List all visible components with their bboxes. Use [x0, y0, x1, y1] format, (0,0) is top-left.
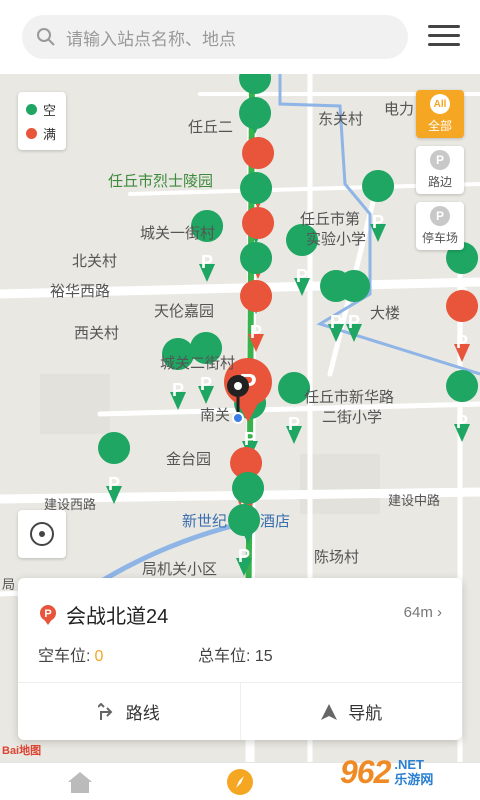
map-label: 城关二街村: [160, 355, 236, 372]
map-label: 酒店: [260, 513, 291, 530]
legend-full: 满: [18, 121, 66, 145]
search-placeholder: 请输入站点名称、地点: [66, 29, 236, 49]
top-bar: 请输入站点名称、地点: [0, 0, 480, 74]
svg-text:P: P: [44, 608, 51, 620]
total-label: 总车位:: [198, 648, 251, 665]
map-label: 北关村: [72, 253, 118, 270]
map-label: 实验小学: [306, 231, 367, 248]
watermark-net: .NET: [394, 757, 425, 772]
map-label: 西关村: [74, 325, 120, 342]
watermark-site: 乐游网: [394, 772, 434, 787]
filter-roadside-button[interactable]: P 路边: [416, 146, 464, 194]
menu-icon: [428, 25, 460, 28]
legend-empty-label: 空: [43, 102, 57, 118]
compass-icon: [227, 769, 253, 795]
parking-icon: P: [430, 150, 450, 170]
map-label: 天伦嘉园: [154, 303, 215, 320]
map-label: 局机关小区: [142, 561, 218, 578]
station-title: 会战北道24: [66, 606, 169, 628]
svg-text:P: P: [201, 252, 213, 272]
locate-button[interactable]: [18, 510, 66, 558]
all-icon: All: [430, 94, 450, 114]
svg-text:P: P: [456, 412, 468, 432]
watermark-number: 962: [340, 753, 391, 790]
total-value: 15: [254, 648, 273, 665]
map-label: 东关村: [318, 111, 364, 128]
map-label: 建设中路: [388, 493, 441, 508]
legend: 空 满: [18, 92, 66, 150]
station-distance[interactable]: 64m ›: [404, 604, 442, 621]
filter-lot-label: 停车场: [421, 231, 458, 245]
map-label: 任丘二: [188, 119, 234, 136]
map-label: 陈场村: [314, 549, 360, 566]
home-icon: [68, 772, 92, 793]
svg-text:P: P: [372, 212, 384, 232]
map-label: 局: [2, 577, 16, 592]
parking-marker-empty: P: [162, 338, 195, 410]
full-dot-icon: [26, 127, 37, 139]
route-icon: [97, 702, 113, 720]
empty-dot-icon: [26, 103, 37, 115]
route-label: 路线: [125, 704, 160, 723]
watermark-logo: 962 .NET 乐游网: [340, 748, 476, 796]
navigate-label: 导航: [348, 704, 383, 723]
map-label: 城关一街村: [140, 225, 216, 242]
parking-icon: P: [430, 206, 450, 226]
station-stats: 空车位: 0 总车位: 15: [38, 642, 273, 666]
svg-text:P: P: [288, 414, 300, 434]
legend-empty: 空: [18, 97, 66, 121]
free-value: 0: [94, 648, 104, 665]
baidu-map-logo: Bai地图: [2, 745, 42, 757]
tab-discover[interactable]: [220, 767, 260, 797]
svg-text:P: P: [348, 312, 360, 332]
map-label: 二街小学: [322, 409, 383, 426]
svg-text:P: P: [330, 312, 342, 332]
map-label: 任丘市烈士陵园: [108, 173, 214, 190]
parking-marker-empty: P: [228, 504, 261, 576]
search-icon: [37, 28, 55, 46]
map-label: 电力: [384, 101, 415, 118]
map-label: 金台园: [166, 451, 212, 468]
svg-text:P: P: [200, 374, 212, 394]
svg-text:P: P: [296, 266, 308, 286]
svg-text:P: P: [108, 474, 120, 494]
search-input[interactable]: 请输入站点名称、地点: [22, 15, 408, 59]
map-label: 任丘市新华路: [304, 389, 395, 406]
tab-home[interactable]: [60, 767, 100, 797]
station-card[interactable]: P 会战北道24 64m › 空车位: 0 总车位: 15 路线 导航: [18, 578, 462, 740]
svg-text:P: P: [250, 322, 262, 342]
svg-text:P: P: [244, 429, 256, 449]
locate-icon: [30, 522, 54, 546]
parking-marker-empty: P: [191, 210, 224, 282]
filter-lot-button[interactable]: P 停车场: [416, 202, 464, 250]
free-label: 空车位:: [38, 648, 91, 665]
navigate-button[interactable]: 导航: [239, 683, 463, 740]
svg-text:P: P: [172, 380, 184, 400]
map-label: 南关: [200, 407, 231, 424]
menu-button[interactable]: [428, 22, 460, 52]
legend-full-label: 满: [43, 126, 57, 142]
map-label: 任丘市第: [300, 211, 361, 228]
filter-roadside-label: 路边: [427, 175, 452, 189]
filter-all-button[interactable]: All 全部: [416, 90, 464, 138]
chevron-right-icon: ›: [437, 604, 442, 621]
parking-marker-full: P: [240, 280, 273, 352]
filter-all-label: 全部: [427, 119, 452, 133]
map-label: 大楼: [370, 305, 401, 322]
navigate-icon: [321, 703, 338, 720]
route-button[interactable]: 路线: [18, 683, 240, 740]
svg-text:P: P: [456, 332, 468, 352]
filter-panel: All 全部 P 路边 P 停车场: [416, 90, 464, 258]
parking-pin-icon: P: [40, 604, 56, 625]
map-label: 新世纪: [182, 513, 228, 530]
map-label: 裕华西路: [50, 283, 111, 300]
svg-text:P: P: [238, 546, 250, 566]
